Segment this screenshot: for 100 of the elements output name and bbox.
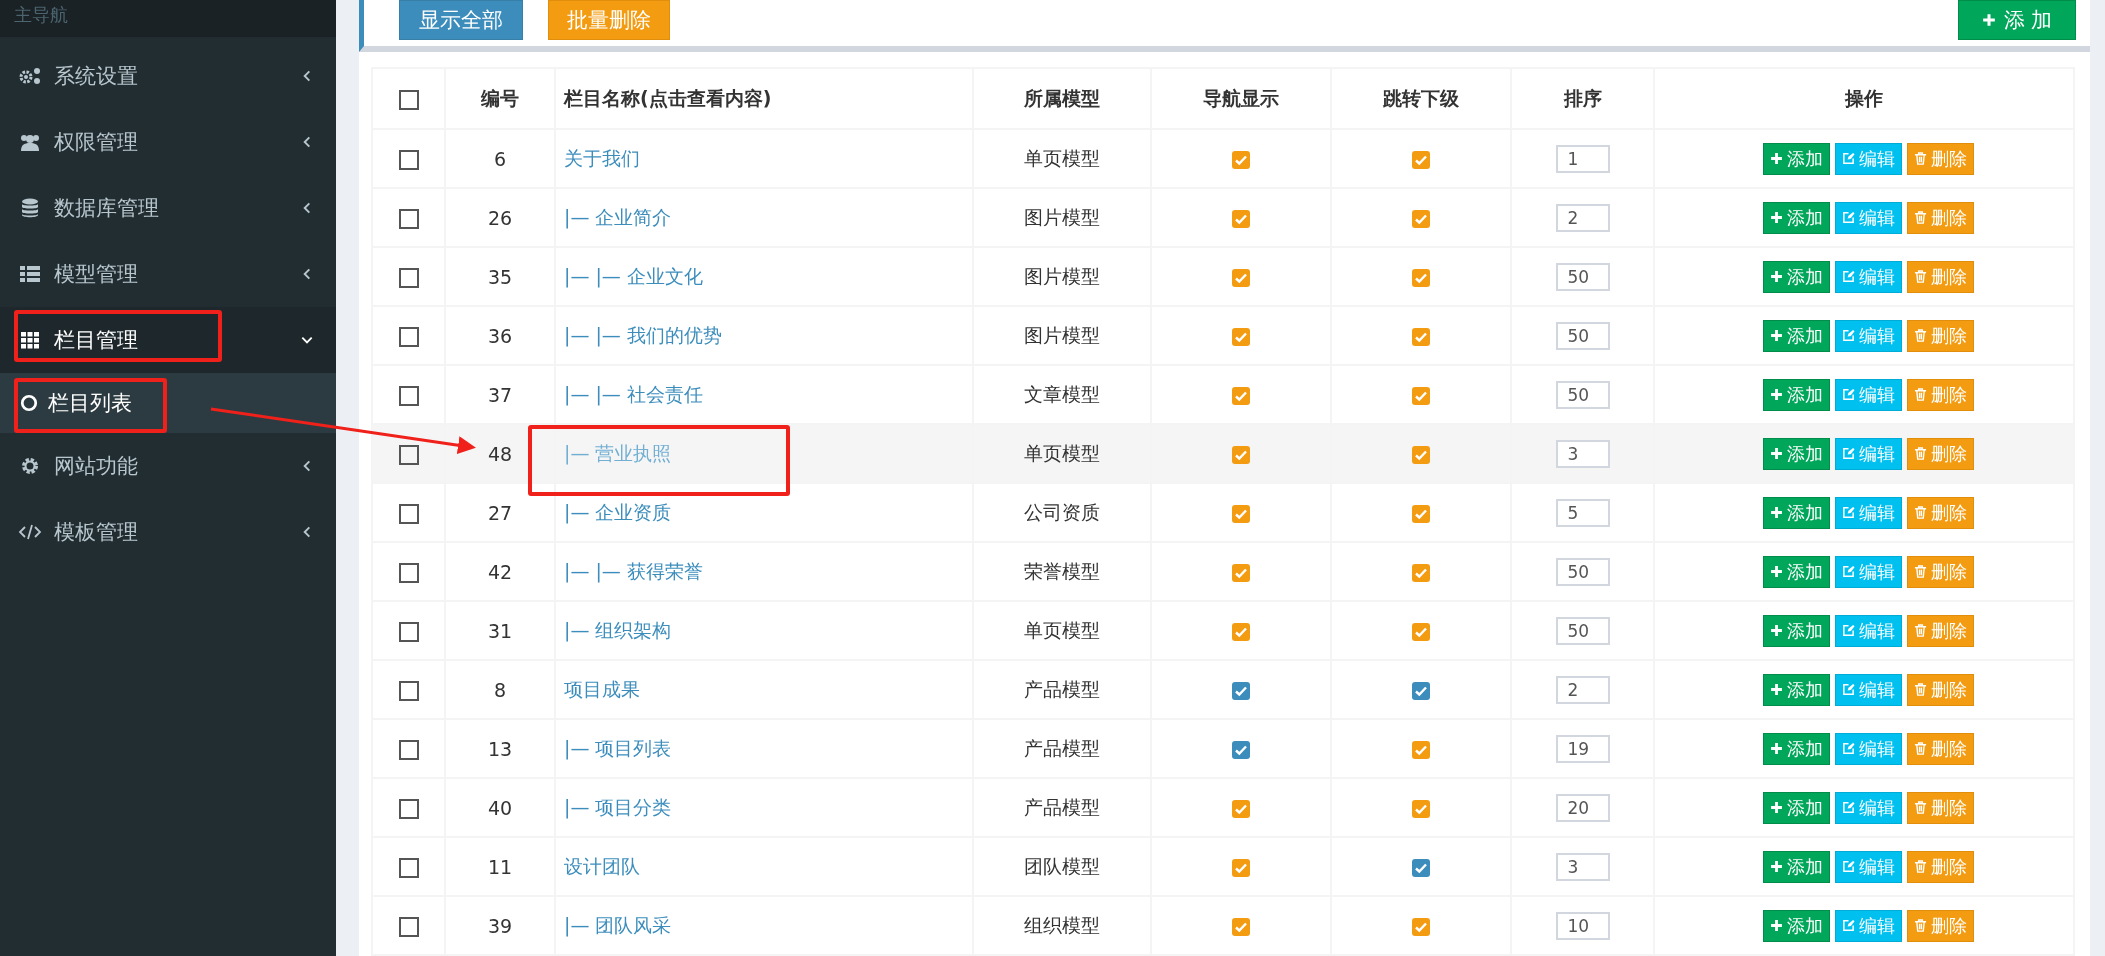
delete-button[interactable]: 删除	[1906, 260, 1974, 293]
category-link[interactable]: |— |— 获得荣誉	[564, 559, 703, 582]
sort-input[interactable]: 2	[1555, 675, 1610, 704]
row-checkbox[interactable]	[398, 916, 419, 937]
edit-button[interactable]: 编辑	[1834, 142, 1902, 175]
row-checkbox[interactable]	[398, 798, 419, 819]
edit-button[interactable]: 编辑	[1834, 614, 1902, 647]
sort-input[interactable]: 2	[1555, 203, 1610, 232]
checked-checkbox-icon[interactable]	[1412, 387, 1430, 405]
add-button[interactable]: 添加	[1762, 319, 1830, 352]
delete-button[interactable]: 删除	[1906, 732, 1974, 765]
edit-button[interactable]: 编辑	[1834, 850, 1902, 883]
checked-checkbox-icon[interactable]	[1412, 505, 1430, 523]
add-button[interactable]: 添加	[1762, 732, 1830, 765]
delete-button[interactable]: 删除	[1906, 319, 1974, 352]
row-checkbox[interactable]	[398, 503, 419, 524]
checked-checkbox-icon[interactable]	[1232, 269, 1250, 287]
checked-checkbox-icon[interactable]	[1412, 564, 1430, 582]
sort-input[interactable]: 10	[1555, 911, 1610, 940]
menu-item[interactable]: 栏目管理	[0, 307, 336, 373]
edit-button[interactable]: 编辑	[1834, 496, 1902, 529]
sort-input[interactable]: 50	[1555, 616, 1610, 645]
checked-checkbox-icon[interactable]	[1412, 269, 1430, 287]
edit-button[interactable]: 编辑	[1834, 260, 1902, 293]
sort-input[interactable]: 50	[1555, 380, 1610, 409]
add-button[interactable]: 添加	[1762, 378, 1830, 411]
category-link[interactable]: |— 项目列表	[564, 736, 672, 759]
row-checkbox[interactable]	[398, 149, 419, 170]
row-checkbox[interactable]	[398, 857, 419, 878]
checked-checkbox-icon[interactable]	[1412, 682, 1430, 700]
edit-button[interactable]: 编辑	[1834, 201, 1902, 234]
sort-input[interactable]: 5	[1555, 498, 1610, 527]
category-link[interactable]: |— 团队风采	[564, 913, 672, 936]
row-checkbox[interactable]	[398, 739, 419, 760]
checked-checkbox-icon[interactable]	[1232, 859, 1250, 877]
row-checkbox[interactable]	[398, 680, 419, 701]
row-checkbox[interactable]	[398, 326, 419, 347]
delete-button[interactable]: 删除	[1906, 378, 1974, 411]
delete-button[interactable]: 删除	[1906, 555, 1974, 588]
add-button[interactable]: 添加	[1762, 496, 1830, 529]
sort-input[interactable]: 3	[1555, 852, 1610, 881]
delete-button[interactable]: 删除	[1906, 791, 1974, 824]
sort-input[interactable]: 19	[1555, 734, 1610, 763]
sort-input[interactable]: 50	[1555, 557, 1610, 586]
delete-button[interactable]: 删除	[1906, 496, 1974, 529]
checked-checkbox-icon[interactable]	[1232, 682, 1250, 700]
category-link[interactable]: |— |— 我们的优势	[564, 323, 722, 346]
menu-item[interactable]: 系统设置	[0, 43, 336, 109]
row-checkbox[interactable]	[398, 562, 419, 583]
row-checkbox[interactable]	[398, 444, 419, 465]
category-link[interactable]: |— 营业执照	[564, 441, 672, 464]
sort-input[interactable]: 50	[1555, 321, 1610, 350]
edit-button[interactable]: 编辑	[1834, 319, 1902, 352]
edit-button[interactable]: 编辑	[1834, 555, 1902, 588]
delete-button[interactable]: 删除	[1906, 614, 1974, 647]
checked-checkbox-icon[interactable]	[1232, 387, 1250, 405]
category-link[interactable]: 设计团队	[564, 854, 640, 877]
category-link[interactable]: |— 企业简介	[564, 205, 672, 228]
edit-button[interactable]: 编辑	[1834, 378, 1902, 411]
add-button[interactable]: 添加	[1762, 555, 1830, 588]
delete-button[interactable]: 删除	[1906, 673, 1974, 706]
checked-checkbox-icon[interactable]	[1232, 151, 1250, 169]
menu-item[interactable]: 数据库管理	[0, 175, 336, 241]
edit-button[interactable]: 编辑	[1834, 437, 1902, 470]
submenu-item[interactable]: 栏目列表	[0, 373, 336, 433]
checked-checkbox-icon[interactable]	[1412, 210, 1430, 228]
select-all-checkbox[interactable]	[398, 89, 419, 110]
checked-checkbox-icon[interactable]	[1232, 328, 1250, 346]
add-button[interactable]: 添加	[1762, 614, 1830, 647]
add-button[interactable]: 添加	[1762, 437, 1830, 470]
checked-checkbox-icon[interactable]	[1412, 623, 1430, 641]
delete-button[interactable]: 删除	[1906, 437, 1974, 470]
sort-input[interactable]: 1	[1555, 144, 1610, 173]
checked-checkbox-icon[interactable]	[1232, 446, 1250, 464]
checked-checkbox-icon[interactable]	[1412, 446, 1430, 464]
delete-button[interactable]: 删除	[1906, 201, 1974, 234]
checked-checkbox-icon[interactable]	[1412, 741, 1430, 759]
delete-button[interactable]: 删除	[1906, 850, 1974, 883]
add-button[interactable]: 添加	[1762, 142, 1830, 175]
menu-item[interactable]: 网站功能	[0, 433, 336, 499]
category-link[interactable]: 关于我们	[564, 146, 640, 169]
add-button[interactable]: 添加	[1762, 673, 1830, 706]
checked-checkbox-icon[interactable]	[1232, 210, 1250, 228]
checked-checkbox-icon[interactable]	[1232, 741, 1250, 759]
category-link[interactable]: |— |— 社会责任	[564, 382, 703, 405]
checked-checkbox-icon[interactable]	[1412, 328, 1430, 346]
add-button[interactable]: 添 加	[1958, 0, 2076, 40]
row-checkbox[interactable]	[398, 621, 419, 642]
menu-item[interactable]: 模型管理	[0, 241, 336, 307]
edit-button[interactable]: 编辑	[1834, 732, 1902, 765]
batch-delete-button[interactable]: 批量删除	[548, 0, 670, 40]
category-link[interactable]: |— 项目分类	[564, 795, 672, 818]
checked-checkbox-icon[interactable]	[1412, 859, 1430, 877]
checked-checkbox-icon[interactable]	[1412, 800, 1430, 818]
menu-item[interactable]: 模板管理	[0, 499, 336, 565]
show-all-button[interactable]: 显示全部	[399, 0, 523, 40]
checked-checkbox-icon[interactable]	[1232, 918, 1250, 936]
add-button[interactable]: 添加	[1762, 909, 1830, 942]
row-checkbox[interactable]	[398, 208, 419, 229]
checked-checkbox-icon[interactable]	[1412, 151, 1430, 169]
